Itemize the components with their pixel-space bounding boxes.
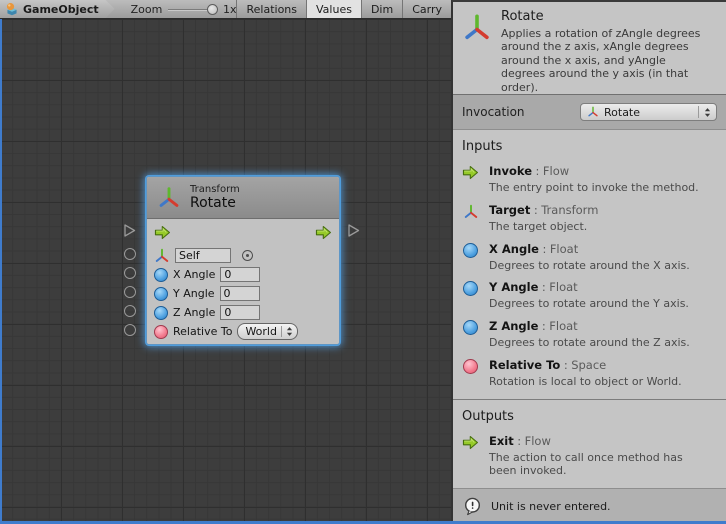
rotate-node[interactable]: Transform Rotate X Angle — [146, 176, 340, 345]
flow-arrow-icon — [461, 434, 480, 479]
self-field[interactable] — [175, 248, 231, 263]
node-body: X Angle Y Angle Z Angle Relative To — [147, 219, 339, 344]
chevron-updown-icon — [704, 107, 711, 118]
enum-port-icon — [463, 359, 478, 374]
outputs-header: Outputs — [462, 409, 717, 424]
chevron-updown-icon — [286, 326, 293, 337]
graph-toolbar: GameObject Zoom 1x Relations Values Dim … — [0, 0, 451, 19]
inspector-panel: Rotate Applies a rotation of zAngle degr… — [451, 0, 726, 524]
zoom-slider-knob[interactable] — [207, 4, 218, 15]
tab-carry[interactable]: Carry — [402, 0, 451, 18]
transform-axes-icon — [587, 106, 599, 118]
invocation-value: Rotate — [604, 106, 693, 119]
input-doc-relative-to: Relative To : Space Rotation is local to… — [453, 356, 726, 395]
object-picker-icon[interactable] — [242, 250, 253, 261]
float-port-icon[interactable] — [154, 268, 168, 282]
gameobject-icon — [5, 2, 19, 16]
unit-description-panel: Rotate Applies a rotation of zAngle degr… — [453, 2, 726, 95]
flow-arrow-icon[interactable] — [315, 225, 332, 240]
self-port-marker[interactable] — [124, 248, 136, 260]
node-title: Rotate — [190, 195, 240, 211]
inputs-header: Inputs — [462, 139, 717, 154]
input-doc-target: Target : Transform The target object. — [453, 201, 726, 240]
y-angle-label: Y Angle — [173, 287, 215, 300]
enum-port-icon[interactable] — [154, 325, 168, 339]
input-doc-z-angle: Z Angle : Float Degrees to rotate around… — [453, 317, 726, 356]
node-type-label: Transform — [190, 184, 240, 195]
flow-arrow-icon[interactable] — [154, 225, 171, 240]
x-angle-label: X Angle — [173, 268, 215, 281]
x-angle-field[interactable] — [220, 267, 260, 282]
invocation-dropdown[interactable]: Rotate — [580, 103, 717, 121]
tab-dim[interactable]: Dim — [361, 0, 402, 18]
breadcrumb-label: GameObject — [23, 3, 99, 16]
transform-axes-icon — [154, 248, 170, 264]
transform-axes-icon — [461, 203, 480, 234]
zoom-slider[interactable] — [168, 4, 218, 15]
float-port-icon[interactable] — [154, 306, 168, 320]
relative-to-port-marker[interactable] — [124, 324, 136, 336]
output-doc-exit: Exit : Flow The action to call once meth… — [453, 432, 726, 485]
transform-axes-icon — [157, 186, 181, 210]
y-angle-field[interactable] — [220, 286, 260, 301]
breadcrumb[interactable]: GameObject — [0, 0, 115, 18]
flow-output-port-marker[interactable] — [346, 223, 361, 238]
toolbar-tabs: Relations Values Dim Carry — [236, 0, 451, 18]
node-header[interactable]: Transform Rotate — [147, 177, 339, 219]
y-angle-port-marker[interactable] — [124, 286, 136, 298]
float-port-icon — [463, 281, 478, 296]
focus-border-left — [0, 19, 2, 524]
relative-to-value: World — [245, 325, 277, 338]
float-port-icon — [463, 243, 478, 258]
warning-text: Unit is never entered. — [491, 500, 611, 513]
z-angle-field[interactable] — [220, 305, 260, 320]
x-angle-port-marker[interactable] — [124, 267, 136, 279]
invocation-row: Invocation Rotate — [453, 95, 726, 130]
float-port-icon[interactable] — [154, 287, 168, 301]
graph-canvas[interactable]: Transform Rotate X Angle — [0, 19, 451, 524]
bolt-graph-window: GameObject Zoom 1x Relations Values Dim … — [0, 0, 726, 524]
z-angle-port-marker[interactable] — [124, 305, 136, 317]
zoom-value: 1x — [223, 3, 237, 16]
relative-to-label: Relative To — [173, 325, 232, 338]
z-angle-label: Z Angle — [173, 306, 215, 319]
warning-bar: Unit is never entered. — [453, 488, 726, 524]
flow-input-port-marker[interactable] — [122, 223, 137, 238]
float-port-icon — [463, 320, 478, 335]
warning-bubble-icon — [463, 497, 482, 516]
flow-arrow-icon — [461, 164, 480, 195]
outputs-section: Outputs Exit : Flow The action to call o… — [453, 399, 726, 489]
tab-values[interactable]: Values — [306, 0, 361, 18]
input-doc-invoke: Invoke : Flow The entry point to invoke … — [453, 162, 726, 201]
tab-relations[interactable]: Relations — [236, 0, 306, 18]
input-doc-x-angle: X Angle : Float Degrees to rotate around… — [453, 240, 726, 279]
inspector-description: Applies a rotation of zAngle degrees aro… — [501, 27, 708, 94]
input-doc-y-angle: Y Angle : Float Degrees to rotate around… — [453, 278, 726, 317]
invocation-label: Invocation — [462, 105, 580, 119]
inputs-section: Inputs Invoke : Flow The entry point to … — [453, 130, 726, 399]
zoom-label: Zoom — [131, 3, 163, 16]
relative-to-dropdown[interactable]: World — [237, 323, 298, 340]
inspector-title: Rotate — [501, 9, 708, 24]
transform-axes-icon — [462, 9, 492, 94]
